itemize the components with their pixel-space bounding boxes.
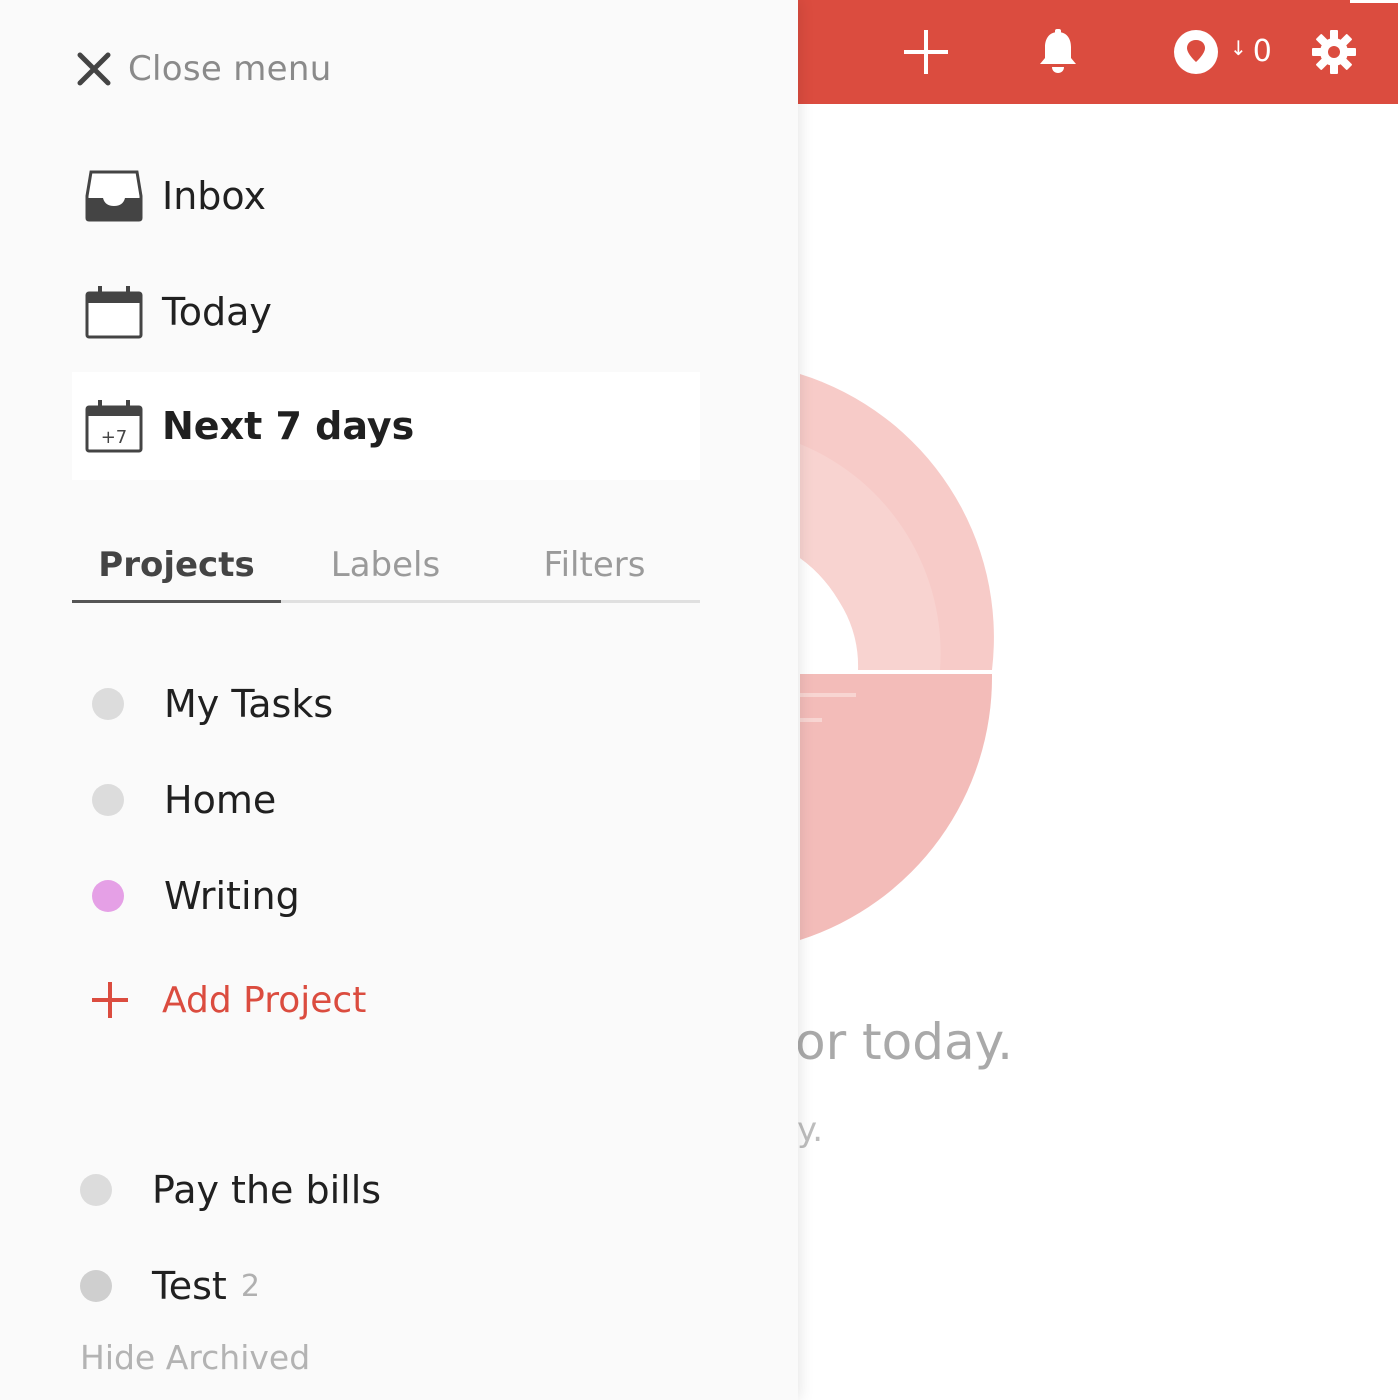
top-bar-accent-line (1350, 0, 1398, 3)
project-color-dot (92, 784, 124, 816)
project-name: Pay the bills (152, 1168, 382, 1212)
navigation-drawer: Close menu Inbox Today +7 Next 7 days Pr… (0, 0, 798, 1400)
project-color-dot (80, 1270, 112, 1302)
empty-state-title: or today. (795, 1013, 1013, 1071)
project-item-writing[interactable]: Writing (72, 856, 700, 936)
hide-archived-link[interactable]: Hide Archived (80, 1338, 310, 1377)
bell-icon (1040, 29, 1076, 73)
top-bar (780, 0, 1398, 104)
karma-icon (1174, 30, 1218, 74)
tab-labels[interactable]: Labels (281, 530, 490, 600)
add-icon (904, 30, 948, 74)
notifications-button[interactable] (1032, 26, 1084, 78)
nav-item-label: Next 7 days (162, 404, 415, 448)
close-icon (77, 52, 111, 86)
archived-project-pay-the-bills[interactable]: Pay the bills (72, 1150, 700, 1230)
calendar-badge: +7 (101, 427, 128, 448)
project-item-home[interactable]: Home (72, 760, 700, 840)
drawer-tabs: Projects Labels Filters (72, 530, 700, 603)
settings-button[interactable] (1308, 26, 1360, 78)
project-color-dot (92, 688, 124, 720)
add-task-button[interactable] (900, 26, 952, 78)
karma-button[interactable] (1170, 26, 1222, 78)
main-content (780, 104, 1400, 1400)
karma-count: ↓ 0 (1230, 34, 1272, 70)
inbox-icon (85, 170, 143, 222)
nav-item-label: Inbox (162, 174, 266, 218)
settings-icon (1312, 30, 1356, 74)
add-project-button[interactable]: Add Project (72, 960, 366, 1040)
project-name: Test (152, 1264, 227, 1308)
archived-project-test[interactable]: Test 2 (72, 1246, 700, 1326)
project-color-dot (92, 880, 124, 912)
project-color-dot (80, 1174, 112, 1206)
tab-filters[interactable]: Filters (490, 530, 699, 600)
nav-item-label: Today (162, 290, 272, 334)
task-count-badge: 2 (240, 1268, 260, 1304)
nav-item-inbox[interactable]: Inbox (72, 142, 700, 250)
karma-count-value: 0 (1252, 34, 1272, 69)
close-menu-button[interactable]: Close menu (76, 44, 332, 94)
project-name: My Tasks (164, 682, 334, 726)
add-project-label: Add Project (162, 979, 367, 1021)
project-item-my-tasks[interactable]: My Tasks (72, 664, 700, 744)
add-icon (90, 980, 130, 1020)
project-name: Writing (164, 874, 300, 918)
karma-arrow: ↓ (1230, 36, 1247, 60)
nav-item-today[interactable]: Today (72, 258, 700, 366)
calendar-today-icon (85, 286, 143, 339)
tab-projects[interactable]: Projects (72, 530, 281, 603)
nav-item-next-7-days[interactable]: +7 Next 7 days (72, 372, 700, 480)
empty-state-illustration (800, 374, 994, 940)
close-menu-label: Close menu (128, 49, 332, 89)
calendar-next-7-icon: +7 (85, 400, 143, 453)
empty-state-subtitle: y. (797, 1110, 824, 1150)
project-name: Home (164, 778, 277, 822)
